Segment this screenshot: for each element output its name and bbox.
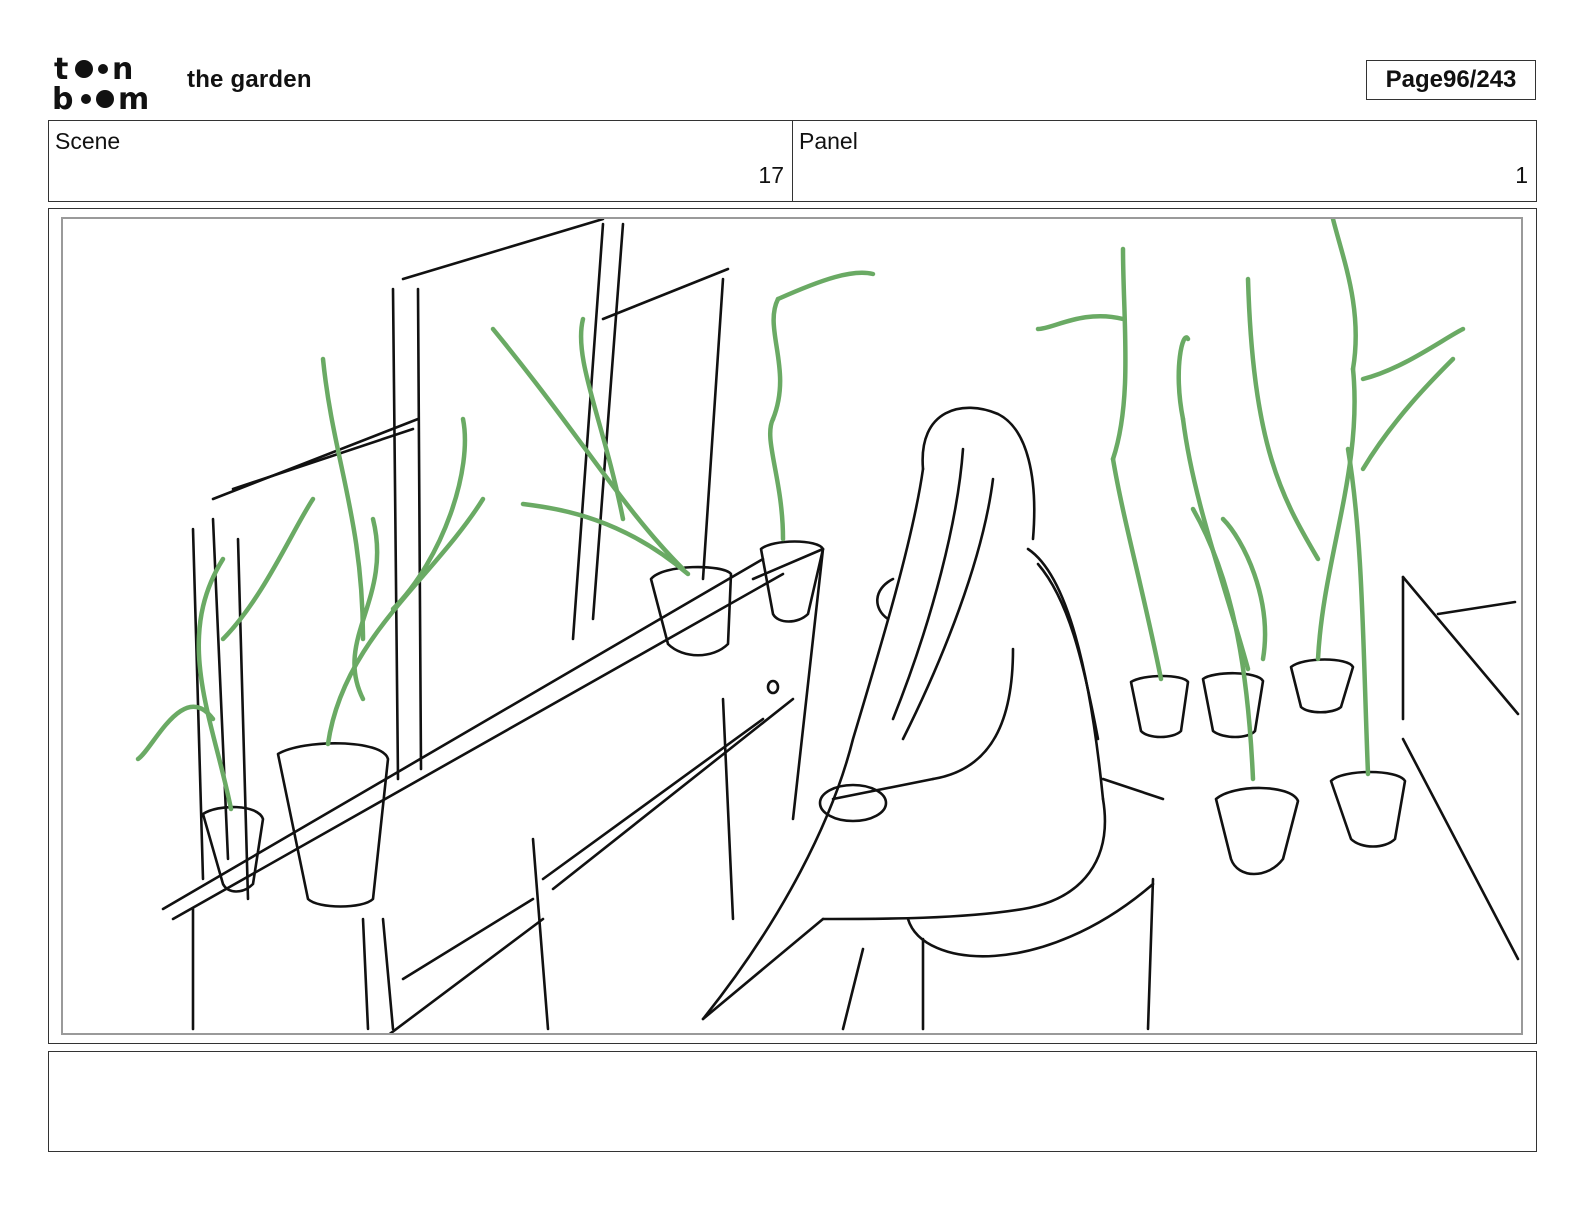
panel-drawing-area: [61, 217, 1523, 1035]
scene-value: 17: [758, 162, 784, 188]
panel-value: 1: [1515, 162, 1528, 188]
scene-cell: Scene 17: [49, 121, 792, 201]
scene-panel-header: Scene 17 Panel 1: [48, 120, 1537, 202]
page-number: 96/243: [1442, 66, 1517, 93]
panel-label: Panel: [799, 128, 858, 154]
panel-caption-box: [48, 1051, 1537, 1152]
page-indicator: Page 96/243: [1366, 60, 1536, 100]
scene-label: Scene: [55, 128, 121, 154]
panel-frame: [48, 208, 1537, 1044]
panel-cell: Panel 1: [792, 121, 1536, 201]
svg-text:b: b: [52, 82, 73, 112]
project-title: the garden: [187, 66, 312, 93]
storyboard-sketch: [135, 219, 1520, 1033]
page-label: Page: [1385, 66, 1443, 93]
svg-text:m: m: [118, 82, 149, 112]
storyboard-page: t n b m the garden Page 96/243 Scene 17 …: [0, 0, 1584, 1224]
toon-boom-logo: t n b m: [52, 52, 164, 117]
